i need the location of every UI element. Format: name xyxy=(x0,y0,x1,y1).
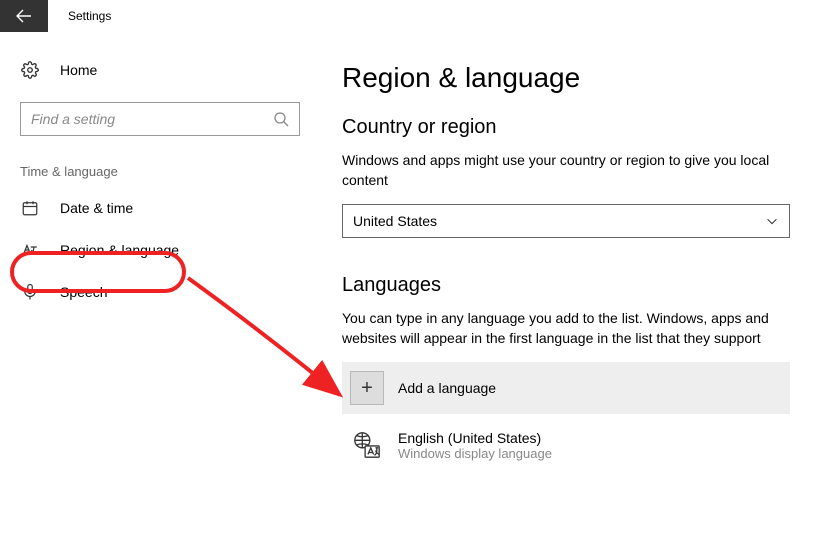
language-entry-icon xyxy=(350,428,384,462)
country-select[interactable]: United States xyxy=(342,204,790,238)
home-label: Home xyxy=(60,62,97,78)
titlebar: Settings xyxy=(0,0,833,32)
language-icon xyxy=(20,241,40,259)
sidebar-item-label: Date & time xyxy=(60,200,133,216)
sidebar-item-label: Speech xyxy=(60,284,107,300)
back-button[interactable] xyxy=(0,0,48,32)
chevron-down-icon xyxy=(765,214,779,228)
arrow-left-icon xyxy=(16,8,32,24)
microphone-icon xyxy=(20,283,40,301)
sidebar-item-label: Region & language xyxy=(60,242,179,258)
sidebar-item-date-time[interactable]: Date & time xyxy=(0,187,318,229)
page-heading: Region & language xyxy=(342,62,793,94)
window-title: Settings xyxy=(68,9,111,23)
language-sub: Windows display language xyxy=(398,446,552,461)
language-name: English (United States) xyxy=(398,430,552,446)
sidebar: Home Time & language Date & time Region … xyxy=(0,32,318,550)
sidebar-item-region-language[interactable]: Region & language xyxy=(0,229,318,271)
country-value: United States xyxy=(353,213,437,229)
languages-desc: You can type in any language you add to … xyxy=(342,309,793,348)
home-nav[interactable]: Home xyxy=(0,50,318,90)
languages-heading: Languages xyxy=(342,274,793,297)
gear-icon xyxy=(20,61,40,79)
main-content: Region & language Country or region Wind… xyxy=(318,32,833,550)
country-desc: Windows and apps might use your country … xyxy=(342,151,793,190)
add-language-button[interactable]: + Add a language xyxy=(342,362,790,414)
clock-icon xyxy=(20,199,40,217)
search-box[interactable] xyxy=(20,102,300,136)
country-heading: Country or region xyxy=(342,116,793,139)
search-icon xyxy=(273,111,289,127)
section-label: Time & language xyxy=(20,164,318,179)
search-input[interactable] xyxy=(31,111,263,127)
sidebar-item-speech[interactable]: Speech xyxy=(0,271,318,313)
plus-icon: + xyxy=(350,371,384,405)
language-entry[interactable]: English (United States) Windows display … xyxy=(342,428,793,462)
add-language-label: Add a language xyxy=(398,380,496,396)
